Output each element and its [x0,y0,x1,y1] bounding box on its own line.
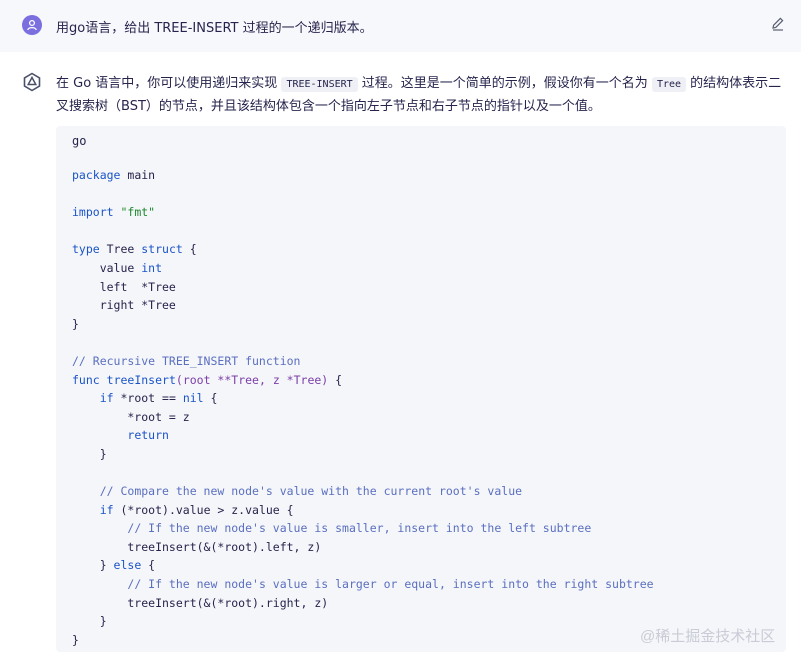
code-token: treeInsert(&(*root).right, z) [72,595,329,610]
code-token: } [72,632,79,647]
code-line: func treeInsert(root **Tree, z *Tree) { [72,371,654,390]
code-token: if [99,391,114,406]
code-block: go package main import "fmt" type Tree s… [56,126,786,652]
code-line: // Compare the new node's value with the… [72,482,654,501]
code-token: right *Tree [72,298,176,313]
code-token: treeInsert(&(*root).left, z) [72,539,322,554]
code-token: main [120,168,156,182]
code-line: } [72,612,654,631]
code-token: *root == [113,391,183,406]
user-icon [27,19,37,31]
code-line: } [72,631,654,650]
code-line: // If the new node's value is smaller, i… [72,519,654,538]
code-language-label: go [72,134,87,148]
inline-code-tree: Tree [651,77,687,92]
code-token: } [72,558,114,573]
user-avatar [22,15,42,35]
code-line: type Tree struct { [72,240,654,259]
code-token: // Recursive TREE_INSERT function [72,353,301,368]
code-token: { [141,558,156,573]
code-line: return [72,426,654,445]
edit-button[interactable] [770,16,786,32]
code-token: "fmt" [120,205,156,220]
assistant-avatar [22,72,42,92]
code-token: // If the new node's value is larger or … [127,577,654,592]
code-token: // Compare the new node's value with the… [99,484,523,499]
code-token: *root = z [72,409,190,424]
intro-text-1: 在 Go 语言中，你可以使用递归来实现 [56,76,282,91]
code-line: treeInsert(&(*root).left, z) [72,538,654,557]
assistant-intro: 在 Go 语言中，你可以使用递归来实现 TREE-INSERT 过程。这里是一个… [56,73,786,118]
user-message-row: 用go语言，给出 TREE-INSERT 过程的一个递归版本。 [0,0,801,52]
ai-logo-icon [23,72,41,92]
code-token: (*root).value > z.value { [113,502,294,517]
code-token: type [72,242,100,257]
code-token: { [203,391,218,406]
code-line: value int [72,259,654,278]
code-token: func [72,372,100,387]
code-lines: package main import "fmt" type Tree stru… [72,166,654,649]
code-line: *root = z [72,408,654,427]
code-line: if *root == nil { [72,389,654,408]
pencil-icon[interactable] [770,16,786,32]
code-line: } [72,315,654,334]
code-line: package main [72,166,654,185]
code-token: int [141,260,163,275]
code-line: right *Tree [72,296,654,315]
code-line: import "fmt" [72,203,654,222]
inline-code-tree-insert: TREE-INSERT [281,77,358,92]
assistant-message-row: 在 Go 语言中，你可以使用递归来实现 TREE-INSERT 过程。这里是一个… [0,52,801,652]
code-token: // If the new node's value is smaller, i… [127,521,592,536]
code-token: left *Tree [72,279,176,294]
code-token: (root **Tree, z *Tree) [175,372,329,387]
code-token: else [113,558,142,573]
code-token: } [72,614,107,629]
watermark: @稀土掘金技术社区 [640,628,776,645]
code-token: } [72,446,107,461]
code-token: { [328,372,343,387]
code-token: { [182,242,197,257]
code-token: if [99,502,114,517]
code-line: treeInsert(&(*root).right, z) [72,594,654,613]
code-line: if (*root).value > z.value { [72,501,654,520]
user-message-text: 用go语言，给出 TREE-INSERT 过程的一个递归版本。 [56,21,373,36]
code-line: left *Tree [72,278,654,297]
code-line: // Recursive TREE_INSERT function [72,352,654,371]
code-token: package [72,168,121,182]
intro-text-2: 过程。这里是一个简单的示例，假设你有一个名为 [357,76,652,91]
code-token: treeInsert [106,372,176,387]
code-token: nil [182,391,204,406]
code-line: // If the new node's value is larger or … [72,575,654,594]
code-line: } else { [72,556,654,575]
code-token: import [72,205,114,220]
code-line: } [72,445,654,464]
code-token: Tree [99,242,142,257]
code-token: value [72,260,142,275]
code-token: } [72,316,79,331]
code-token: return [127,428,169,443]
code-token: struct [141,242,183,257]
